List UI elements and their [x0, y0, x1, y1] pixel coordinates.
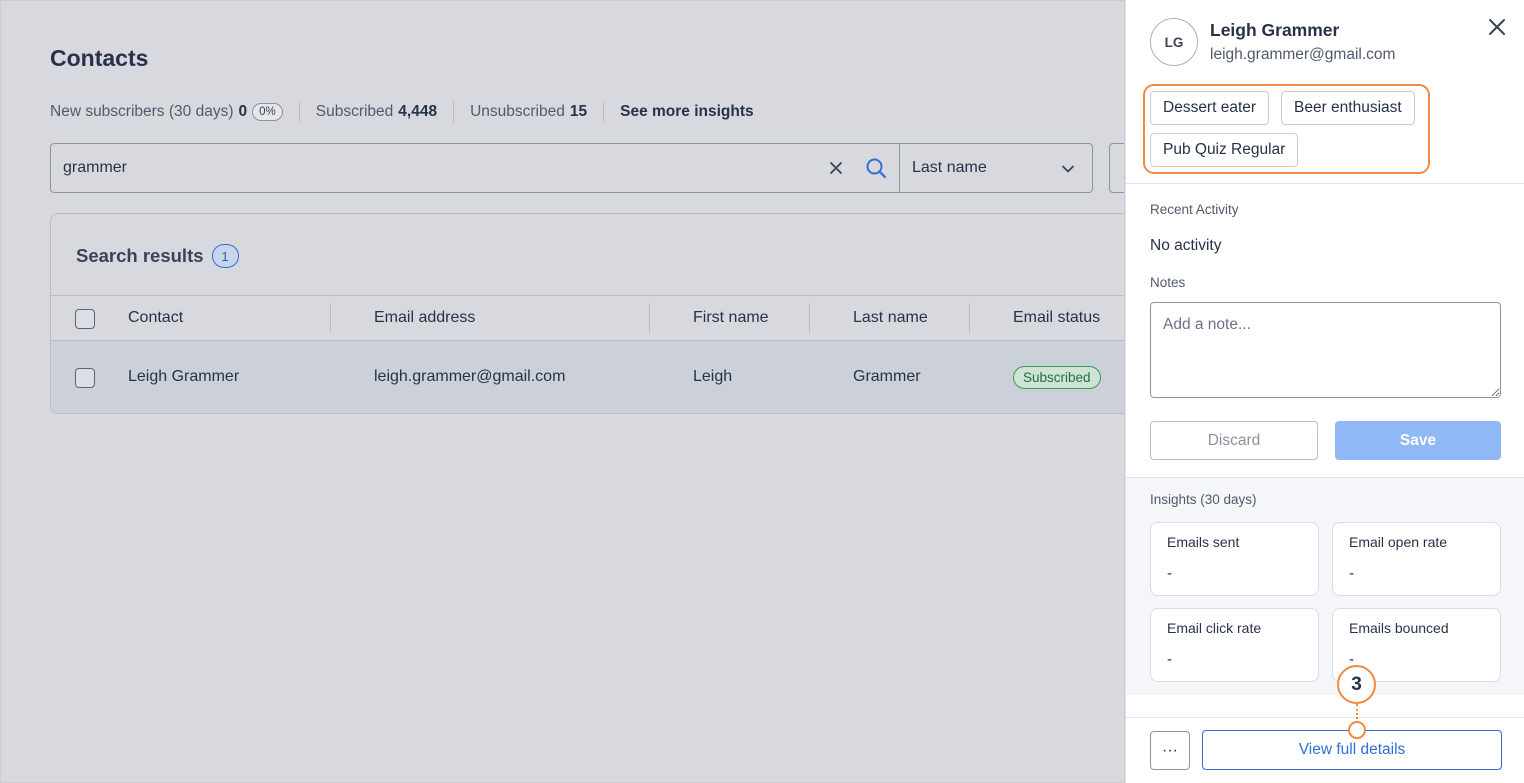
divider	[603, 101, 605, 123]
select-all-checkbox[interactable]	[75, 309, 95, 329]
unsubscribed-value: 15	[569, 103, 588, 120]
search-results-title: Search results 1	[76, 244, 239, 268]
column-divider	[649, 303, 650, 333]
step-marker-dot	[1348, 721, 1366, 739]
chevron-down-icon	[1062, 165, 1074, 173]
close-icon[interactable]	[1487, 17, 1507, 37]
divider	[453, 101, 455, 123]
tag-chip[interactable]: Dessert eater	[1150, 91, 1270, 125]
insight-value: -	[1167, 565, 1173, 582]
page-title: Contacts	[50, 45, 149, 71]
insight-label: Emails sent	[1167, 534, 1240, 550]
new-subscribers-value: 0	[238, 103, 248, 120]
insight-card-emails-sent: Emails sent -	[1150, 522, 1319, 596]
divider	[298, 101, 300, 123]
insight-label: Emails bounced	[1349, 620, 1449, 636]
notes-textarea[interactable]	[1150, 302, 1501, 398]
more-options-button[interactable]: ···	[1150, 731, 1190, 770]
column-header-first-name[interactable]: First name	[693, 309, 769, 327]
contact-name: Leigh Grammer	[1210, 20, 1340, 40]
notes-label: Notes	[1150, 275, 1186, 290]
save-button[interactable]: Save	[1335, 421, 1501, 460]
search-icon[interactable]	[865, 157, 887, 179]
row-checkbox[interactable]	[75, 368, 95, 388]
cell-email: leigh.grammer@gmail.com	[374, 368, 566, 385]
search-field-select[interactable]: Last name	[900, 143, 1093, 193]
filter-select[interactable]	[1109, 143, 1124, 193]
avatar: LG	[1150, 18, 1198, 66]
subscribed-value: 4,448	[398, 103, 438, 120]
results-count-badge: 1	[211, 244, 239, 268]
new-subscribers-stat: New subscribers (30 days) 0 0%	[50, 103, 283, 121]
column-header-last-name[interactable]: Last name	[853, 309, 928, 327]
insight-value: -	[1349, 565, 1355, 582]
see-more-insights-link[interactable]: See more insights	[620, 103, 754, 121]
table-row[interactable]: Leigh Grammer leigh.grammer@gmail.com Le…	[51, 341, 1124, 413]
status-badge: Subscribed	[1013, 366, 1101, 389]
column-divider	[969, 303, 970, 333]
insight-label: Email open rate	[1349, 534, 1448, 550]
cell-contact[interactable]: Leigh Grammer	[128, 368, 239, 386]
search-field-value: Last name	[912, 159, 987, 176]
column-header-contact[interactable]: Contact	[128, 309, 183, 327]
divider	[1126, 183, 1524, 184]
insight-card-open-rate: Email open rate -	[1332, 522, 1501, 596]
contact-detail-panel: LG Leigh Grammer leigh.grammer@gmail.com…	[1125, 0, 1524, 783]
cell-first-name: Leigh	[693, 368, 733, 385]
discard-button[interactable]: Discard	[1150, 421, 1318, 460]
subscribed-stat: Subscribed 4,448	[316, 103, 437, 121]
insight-card-click-rate: Email click rate -	[1150, 608, 1319, 682]
column-divider	[330, 303, 331, 333]
tag-chip[interactable]: Beer enthusiast	[1281, 91, 1415, 125]
contact-email: leigh.grammer@gmail.com	[1210, 46, 1396, 63]
search-results-label: Search results	[76, 245, 204, 266]
new-subscribers-pct-badge: 0%	[252, 103, 283, 121]
table-header: Contact Email address First name Last na…	[51, 295, 1124, 341]
insights-section: Insights (30 days) Emails sent - Email o…	[1126, 477, 1524, 695]
column-header-email[interactable]: Email address	[374, 309, 475, 327]
insight-label: Email click rate	[1167, 620, 1262, 636]
clear-icon[interactable]	[826, 158, 846, 178]
cell-last-name: Grammer	[853, 368, 921, 385]
tag-chip[interactable]: Pub Quiz Regular	[1150, 133, 1299, 167]
divider	[1126, 717, 1524, 718]
step-marker: 3	[1337, 665, 1376, 704]
column-header-email-status[interactable]: Email status	[1013, 309, 1100, 327]
unsubscribed-stat: Unsubscribed 15	[470, 103, 587, 121]
search-value: grammer	[63, 159, 128, 176]
recent-activity-value: No activity	[1150, 237, 1222, 254]
unsubscribed-label: Unsubscribed	[470, 103, 565, 120]
insights-bar: New subscribers (30 days) 0 0% Subscribe…	[50, 101, 754, 123]
new-subscribers-label: New subscribers (30 days)	[50, 103, 234, 120]
insight-value: -	[1167, 651, 1173, 668]
column-divider	[809, 303, 810, 333]
search-results-card: Search results 1 Contact Email address F…	[50, 213, 1124, 414]
recent-activity-label: Recent Activity	[1150, 202, 1239, 217]
subscribed-label: Subscribed	[315, 103, 394, 120]
insights-label: Insights (30 days)	[1150, 492, 1257, 507]
contacts-page: Contacts New subscribers (30 days) 0 0% …	[0, 0, 1125, 783]
search-input[interactable]: grammer	[50, 143, 900, 193]
